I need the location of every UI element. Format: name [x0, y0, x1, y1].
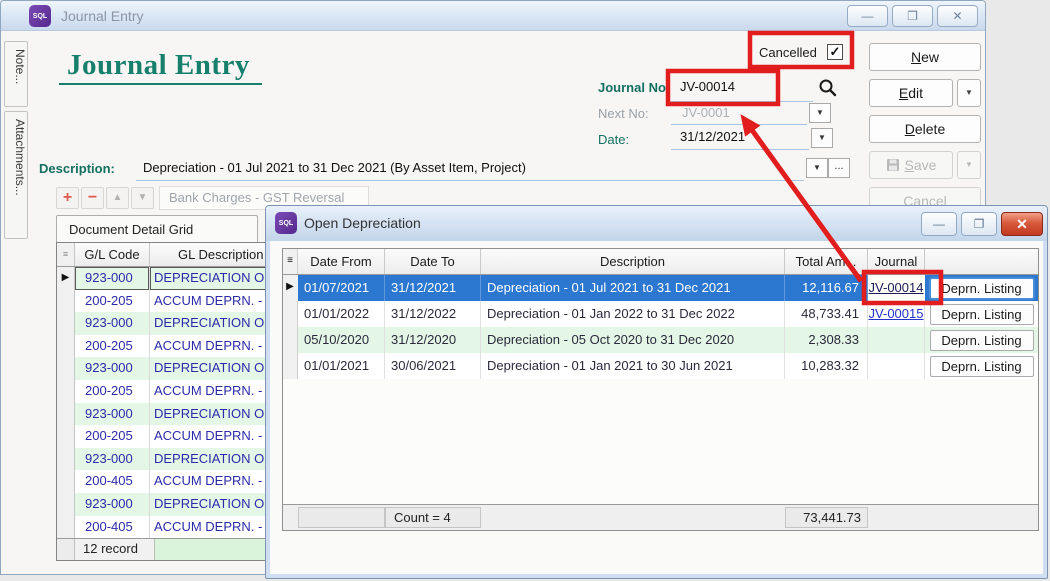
search-icon[interactable]	[817, 77, 838, 98]
table-row[interactable]: ▶ 01/07/2021 31/12/2021 Depreciation - 0…	[283, 275, 1038, 301]
grid-header: ≡ Date From Date To Description Total Am…	[283, 249, 1038, 275]
save-dropdown-button[interactable]: ▼	[957, 151, 981, 179]
add-row-button[interactable]: +	[56, 187, 79, 209]
open-depreciation-dialog: SQL Open Depreciation — ❐ ✕ ≡ Date From …	[265, 205, 1048, 579]
tab-attachments[interactable]: Attachments...	[4, 111, 28, 239]
description-ellipsis-button[interactable]: ...	[828, 158, 850, 178]
column-header-description[interactable]: Description	[481, 249, 785, 274]
current-row-arrow-icon: ▶	[283, 275, 298, 301]
delete-button[interactable]: Delete	[869, 115, 981, 143]
row-indicator-header-icon: ≡	[57, 243, 75, 266]
next-no-label: Next No:	[598, 106, 649, 121]
row-indicator-header-icon: ≡	[283, 249, 298, 274]
table-row[interactable]: 01/01/2021 30/06/2021 Depreciation - 01 …	[283, 353, 1038, 379]
record-count: 12 record	[75, 539, 155, 560]
dialog-minimize-button[interactable]: —	[921, 212, 957, 236]
triangle-up-icon: ▲	[113, 192, 123, 203]
titlebar[interactable]: SQL Journal Entry — ❐ ✕	[1, 1, 985, 31]
deprn-listing-button[interactable]: Deprn. Listing	[930, 304, 1034, 325]
maximize-button[interactable]: ❐	[892, 5, 933, 27]
grid-footer: Count = 4 73,441.73	[283, 504, 1038, 530]
dialog-content: ≡ Date From Date To Description Total Am…	[270, 241, 1043, 574]
chevron-down-icon: ▼	[813, 163, 821, 172]
dialog-maximize-button[interactable]: ❐	[961, 212, 997, 236]
move-up-button[interactable]: ▲	[106, 187, 129, 209]
description-field-underline	[136, 180, 804, 181]
ellipsis-icon: ...	[834, 160, 843, 172]
cancelled-checkbox[interactable]: ✓	[827, 44, 843, 60]
description-value[interactable]: Depreciation - 01 Jul 2021 to 31 Dec 202…	[143, 160, 526, 175]
deprn-listing-button[interactable]: Deprn. Listing	[930, 278, 1034, 299]
close-button[interactable]: ✕	[937, 5, 978, 27]
date-value[interactable]: 31/12/2021	[680, 129, 745, 144]
date-field-underline	[671, 149, 809, 150]
app-logo-icon: SQL	[29, 5, 51, 27]
minimize-button[interactable]: —	[847, 5, 888, 27]
next-no-dropdown-button[interactable]: ▼	[809, 103, 831, 123]
description-dropdown-button[interactable]: ▼	[806, 158, 828, 178]
plus-icon: +	[63, 189, 72, 206]
cancelled-label: Cancelled	[759, 45, 817, 60]
edit-dropdown-button[interactable]: ▼	[957, 79, 981, 107]
save-icon	[886, 158, 900, 172]
move-down-button[interactable]: ▼	[131, 187, 154, 209]
journal-no-label: Journal No:	[598, 80, 670, 95]
column-header-actions	[925, 249, 1038, 274]
journal-no-value[interactable]: JV-00014	[680, 79, 735, 94]
save-button[interactable]: Save	[869, 151, 953, 179]
next-no-field-underline	[671, 124, 807, 125]
chevron-down-icon: ▼	[965, 160, 973, 169]
page-title: Journal Entry	[59, 49, 262, 85]
remove-row-button[interactable]: −	[81, 187, 104, 209]
date-label: Date:	[598, 132, 629, 147]
app-logo-icon: SQL	[275, 212, 297, 234]
journal-no-field-underline	[671, 101, 813, 102]
description-label: Description:	[39, 161, 115, 176]
window-title: Journal Entry	[61, 8, 143, 24]
dialog-title: Open Depreciation	[304, 215, 421, 231]
dialog-titlebar[interactable]: SQL Open Depreciation — ❐ ✕	[266, 206, 1047, 241]
footer-total: 73,441.73	[785, 507, 868, 528]
tab-note[interactable]: Note...	[4, 41, 28, 107]
column-header-date-to[interactable]: Date To	[385, 249, 481, 274]
edit-button[interactable]: Edit	[869, 79, 953, 107]
table-row[interactable]: 05/10/2020 31/12/2020 Depreciation - 05 …	[283, 327, 1038, 353]
chevron-down-icon: ▼	[816, 108, 824, 117]
chevron-down-icon: ▼	[818, 133, 826, 142]
dialog-close-button[interactable]: ✕	[1001, 212, 1043, 236]
deprn-listing-button[interactable]: Deprn. Listing	[930, 330, 1034, 351]
current-row-arrow-icon: ▶	[57, 267, 75, 290]
journal-link[interactable]: JV-00015	[869, 306, 924, 321]
footer-count: Count = 4	[385, 507, 481, 528]
check-icon: ✓	[830, 44, 841, 59]
triangle-down-icon: ▼	[138, 192, 148, 203]
chevron-down-icon: ▼	[965, 88, 973, 97]
table-row[interactable]: 01/01/2022 31/12/2022 Depreciation - 01 …	[283, 301, 1038, 327]
minus-icon: −	[88, 189, 97, 206]
new-button[interactable]: New	[869, 43, 981, 71]
column-header-total-amount[interactable]: Total Am...	[785, 249, 868, 274]
column-header-journal[interactable]: Journal	[868, 249, 925, 274]
depreciation-grid: ≡ Date From Date To Description Total Am…	[282, 248, 1039, 531]
column-header-date-from[interactable]: Date From	[298, 249, 385, 274]
tab-document-detail-grid[interactable]: Document Detail Grid	[56, 215, 258, 243]
column-header-gl-code[interactable]: G/L Code	[75, 243, 150, 266]
next-no-value: JV-0001	[682, 105, 730, 120]
date-dropdown-button[interactable]: ▼	[811, 128, 833, 148]
deprn-listing-button[interactable]: Deprn. Listing	[930, 356, 1034, 377]
journal-link[interactable]: JV-00014	[869, 280, 924, 295]
